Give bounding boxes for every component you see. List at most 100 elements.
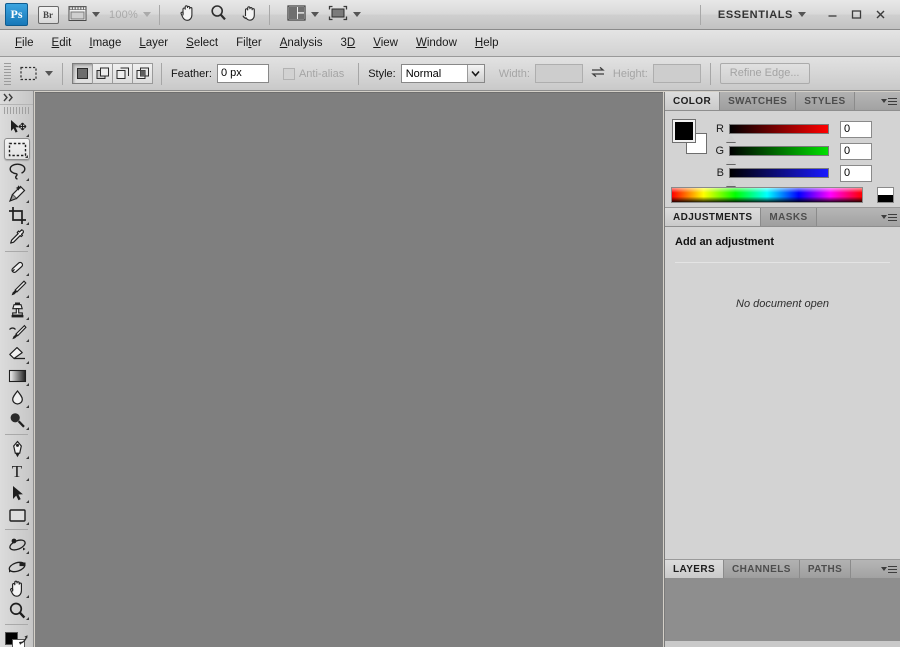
adjustments-panel-menu-button[interactable]: [878, 208, 900, 226]
adjustments-panel: ADJUSTMENTS MASKS Add an adjustment No d…: [665, 208, 900, 560]
eraser-tool[interactable]: [4, 343, 30, 365]
hand-tool-button[interactable]: [177, 4, 199, 26]
expand-panel-icon: [3, 93, 13, 102]
menu-item-select[interactable]: Select: [177, 33, 227, 53]
rectangle-shape-tool[interactable]: [4, 504, 30, 526]
color-spectrum-ramp[interactable]: [671, 187, 863, 203]
selection-mode-group: [72, 63, 153, 84]
width-input[interactable]: [534, 64, 583, 83]
menu-item-layer[interactable]: Layer: [130, 33, 177, 53]
red-channel-slider[interactable]: [726, 124, 829, 142]
spot-healing-brush-tool[interactable]: [4, 255, 30, 277]
screen-mode-button[interactable]: [328, 4, 361, 26]
toolbox-grip[interactable]: [4, 107, 29, 114]
adobe-bridge-button[interactable]: Br: [37, 4, 59, 26]
color-panel-swatches: [672, 119, 707, 154]
red-channel-input[interactable]: 0: [840, 120, 872, 138]
tab-masks[interactable]: MASKS: [761, 208, 817, 226]
divider: [161, 62, 162, 85]
tab-paths[interactable]: PATHS: [799, 560, 852, 578]
tab-swatches[interactable]: SWATCHES: [720, 92, 797, 110]
menu-item-analysis[interactable]: Analysis: [271, 33, 332, 53]
style-select[interactable]: Normal: [400, 64, 485, 83]
green-channel-slider[interactable]: [726, 146, 829, 164]
anti-alias-checkbox[interactable]: [282, 67, 295, 80]
close-button[interactable]: [868, 3, 892, 27]
foreground-color-swatch[interactable]: [672, 119, 696, 143]
clone-stamp-tool[interactable]: [4, 299, 30, 321]
document-canvas-area[interactable]: [35, 92, 663, 647]
menu-item-window[interactable]: Window: [407, 33, 466, 53]
menu-item-image[interactable]: Image: [80, 33, 130, 53]
dodge-tool[interactable]: [4, 409, 30, 431]
blur-tool[interactable]: [4, 387, 30, 409]
rectangular-marquee-tool[interactable]: [4, 138, 30, 160]
green-channel-input[interactable]: 0: [840, 142, 872, 160]
tool-preset-chevron-down-icon[interactable]: [45, 71, 53, 76]
height-label: Height:: [612, 67, 648, 80]
horizontal-type-tool[interactable]: T: [4, 460, 30, 482]
3d-orbit-tool[interactable]: [4, 555, 30, 577]
mini-bridge-icon: [68, 5, 87, 25]
feather-input[interactable]: 0 px: [216, 64, 269, 83]
slider-thumb[interactable]: [726, 179, 736, 186]
arrange-documents-button[interactable]: [287, 4, 319, 26]
flyout-triangle-icon: [26, 617, 29, 620]
zoom-tool[interactable]: [4, 599, 30, 621]
rotate-view-tool-button[interactable]: [239, 4, 261, 26]
history-brush-tool[interactable]: [4, 321, 30, 343]
add-to-selection-button[interactable]: [92, 63, 113, 84]
swap-colors-icon[interactable]: [18, 634, 30, 647]
blue-channel-input[interactable]: 0: [840, 164, 872, 182]
move-tool[interactable]: [4, 116, 30, 138]
hand-tool[interactable]: [4, 577, 30, 599]
color-panel-body: R 0 G 0 B 0: [665, 111, 900, 207]
quick-selection-tool[interactable]: [4, 182, 30, 204]
refine-edge-button[interactable]: Refine Edge...: [719, 63, 810, 84]
menu-item-help[interactable]: Help: [466, 33, 508, 53]
maximize-button[interactable]: [844, 3, 868, 27]
swap-width-height-icon[interactable]: [591, 66, 605, 81]
pen-tool[interactable]: [4, 438, 30, 460]
path-selection-tool[interactable]: [4, 482, 30, 504]
menu-item-view[interactable]: View: [364, 33, 407, 53]
minimize-button[interactable]: [820, 3, 844, 27]
menu-item-3d[interactable]: 3D: [332, 33, 365, 53]
panel-menu-icon: [881, 97, 897, 106]
3d-rotate-tool[interactable]: [4, 533, 30, 555]
slider-thumb[interactable]: [726, 157, 736, 164]
workspace-switcher[interactable]: ESSENTIALS: [718, 4, 806, 26]
lasso-tool[interactable]: [4, 160, 30, 182]
new-selection-button[interactable]: [72, 63, 93, 84]
slider-thumb[interactable]: [726, 135, 736, 142]
tab-adjustments[interactable]: ADJUSTMENTS: [665, 208, 762, 226]
color-panel-menu-button[interactable]: [878, 92, 900, 110]
menu-item-file[interactable]: File: [6, 33, 43, 53]
intersect-with-selection-button[interactable]: [132, 63, 153, 84]
subtract-from-selection-button[interactable]: [112, 63, 133, 84]
crop-tool[interactable]: [4, 204, 30, 226]
zoom-level-display[interactable]: 100%: [109, 4, 151, 26]
menu-item-edit[interactable]: Edit: [43, 33, 81, 53]
tab-styles[interactable]: STYLES: [796, 92, 855, 110]
eyedropper-tool[interactable]: [4, 226, 30, 248]
gradient-tool[interactable]: [4, 365, 30, 387]
height-input[interactable]: [652, 64, 701, 83]
tab-color[interactable]: COLOR: [665, 92, 721, 110]
layers-panel-menu-button[interactable]: [878, 560, 900, 578]
current-tool-preset-icon[interactable]: [16, 62, 40, 86]
menu-item-filter[interactable]: Filter: [227, 33, 271, 53]
zoom-tool-button[interactable]: [208, 4, 230, 26]
options-bar-grip[interactable]: [4, 62, 11, 85]
layers-list[interactable]: [665, 579, 900, 641]
white-black-chip[interactable]: [877, 187, 894, 203]
brush-tool[interactable]: [4, 277, 30, 299]
tab-layers[interactable]: LAYERS: [665, 560, 725, 578]
toolbox-collapse-button[interactable]: [0, 91, 33, 105]
layers-panel-tabs: LAYERS CHANNELS PATHS: [665, 560, 900, 579]
width-label: Width:: [498, 67, 530, 80]
flyout-triangle-icon: [26, 200, 29, 203]
tab-channels[interactable]: CHANNELS: [724, 560, 800, 578]
mini-bridge-button[interactable]: [68, 4, 100, 26]
blue-channel-slider[interactable]: [726, 168, 829, 186]
